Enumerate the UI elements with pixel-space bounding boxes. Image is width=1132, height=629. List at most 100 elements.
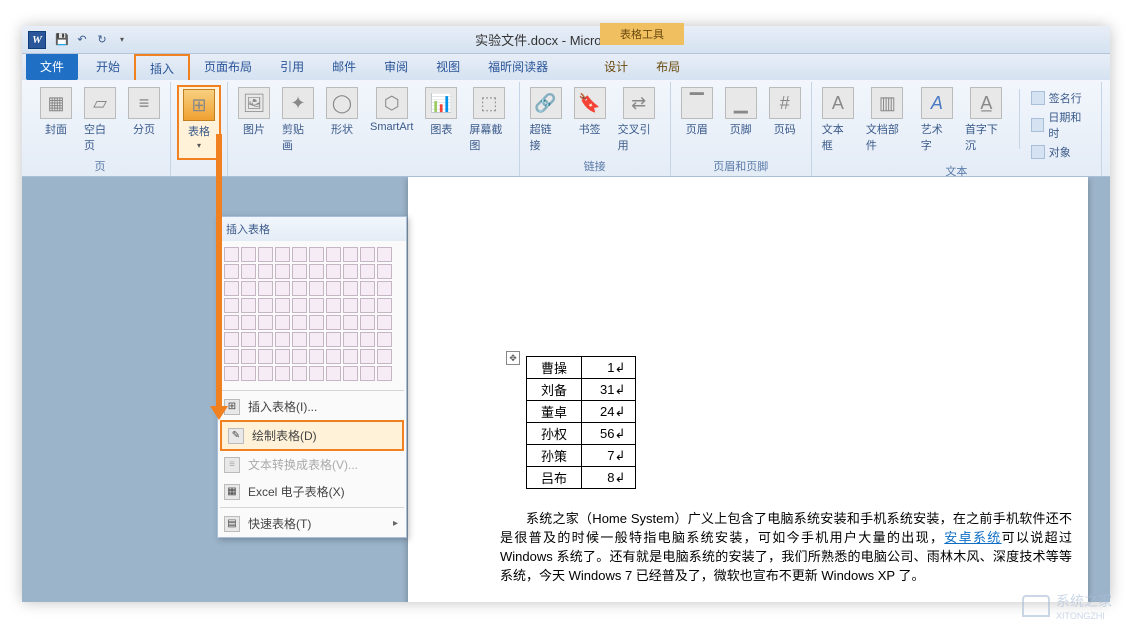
grid-cell[interactable] — [275, 281, 290, 296]
grid-cell[interactable] — [224, 349, 239, 364]
cover-page-button[interactable]: ▦封面 — [36, 85, 76, 156]
grid-cell[interactable] — [326, 247, 341, 262]
grid-cell[interactable] — [360, 298, 375, 313]
grid-cell[interactable] — [292, 281, 307, 296]
grid-cell[interactable] — [241, 247, 256, 262]
grid-cell[interactable] — [241, 315, 256, 330]
grid-cell[interactable] — [360, 332, 375, 347]
crossref-button[interactable]: ⇄交叉引用 — [614, 85, 664, 156]
bookmark-button[interactable]: 🔖书签 — [570, 85, 610, 156]
tab-design[interactable]: 设计 — [590, 54, 642, 80]
document-body-text[interactable]: 系统之家（Home System）广义上包含了电脑系统安装和手机系统安装，在之前… — [500, 510, 1072, 585]
grid-cell[interactable] — [343, 332, 358, 347]
grid-cell[interactable] — [258, 264, 273, 279]
header-button[interactable]: ▔页眉 — [677, 85, 717, 156]
grid-cell[interactable] — [360, 349, 375, 364]
grid-cell[interactable] — [292, 366, 307, 381]
grid-cell[interactable] — [309, 315, 324, 330]
grid-cell[interactable] — [292, 264, 307, 279]
grid-cell[interactable] — [326, 315, 341, 330]
picture-button[interactable]: 🖼图片 — [234, 85, 274, 160]
grid-cell[interactable] — [309, 281, 324, 296]
grid-cell[interactable] — [343, 315, 358, 330]
insert-table-menuitem[interactable]: ⊞插入表格(I)... — [218, 393, 406, 420]
hyperlink-button[interactable]: 🔗超链接 — [526, 85, 566, 156]
grid-cell[interactable] — [360, 264, 375, 279]
grid-cell[interactable] — [343, 264, 358, 279]
grid-cell[interactable] — [377, 298, 392, 313]
grid-cell[interactable] — [377, 247, 392, 262]
hyperlink-android[interactable]: 安卓系统 — [944, 530, 1001, 545]
footer-button[interactable]: ▁页脚 — [721, 85, 761, 156]
draw-table-menuitem[interactable]: ✎绘制表格(D) — [220, 420, 404, 451]
grid-cell[interactable] — [275, 247, 290, 262]
table-button[interactable]: ⊞表格▾ — [177, 85, 221, 160]
grid-cell[interactable] — [241, 366, 256, 381]
grid-cell[interactable] — [258, 281, 273, 296]
grid-cell[interactable] — [275, 349, 290, 364]
grid-cell[interactable] — [275, 315, 290, 330]
grid-cell[interactable] — [343, 366, 358, 381]
page-break-button[interactable]: ≡分页 — [124, 85, 164, 156]
tab-insert[interactable]: 插入 — [134, 54, 190, 80]
grid-cell[interactable] — [309, 247, 324, 262]
quick-tables-menuitem[interactable]: ▤快速表格(T)▸ — [218, 510, 406, 537]
grid-cell[interactable] — [258, 349, 273, 364]
grid-cell[interactable] — [224, 332, 239, 347]
grid-cell[interactable] — [360, 366, 375, 381]
grid-cell[interactable] — [241, 349, 256, 364]
textbox-button[interactable]: A文本框 — [818, 85, 858, 161]
save-icon[interactable]: 💾 — [54, 32, 70, 48]
blank-page-button[interactable]: ▱空白页 — [80, 85, 120, 156]
grid-cell[interactable] — [241, 332, 256, 347]
tab-review[interactable]: 审阅 — [370, 54, 422, 80]
grid-cell[interactable] — [224, 298, 239, 313]
grid-cell[interactable] — [326, 349, 341, 364]
grid-cell[interactable] — [275, 264, 290, 279]
grid-cell[interactable] — [377, 349, 392, 364]
grid-cell[interactable] — [343, 298, 358, 313]
grid-cell[interactable] — [326, 298, 341, 313]
grid-cell[interactable] — [343, 247, 358, 262]
grid-cell[interactable] — [258, 298, 273, 313]
shapes-button[interactable]: ◯形状 — [322, 85, 362, 160]
grid-cell[interactable] — [326, 281, 341, 296]
grid-cell[interactable] — [241, 298, 256, 313]
grid-cell[interactable] — [326, 366, 341, 381]
grid-cell[interactable] — [292, 315, 307, 330]
wordart-button[interactable]: A艺术字 — [917, 85, 957, 161]
grid-cell[interactable] — [309, 349, 324, 364]
tab-page-layout[interactable]: 页面布局 — [190, 54, 266, 80]
grid-cell[interactable] — [275, 366, 290, 381]
screenshot-button[interactable]: ⬚屏幕截图 — [465, 85, 512, 160]
smartart-button[interactable]: ⬡SmartArt — [366, 85, 417, 160]
grid-cell[interactable] — [224, 366, 239, 381]
tab-file[interactable]: 文件 — [26, 54, 78, 80]
pagenum-button[interactable]: #页码 — [765, 85, 805, 156]
tab-foxit[interactable]: 福昕阅读器 — [474, 54, 562, 80]
grid-cell[interactable] — [360, 281, 375, 296]
grid-cell[interactable] — [326, 264, 341, 279]
tab-view[interactable]: 视图 — [422, 54, 474, 80]
grid-cell[interactable] — [292, 247, 307, 262]
qat-dropdown-icon[interactable]: ▾ — [114, 32, 130, 48]
grid-cell[interactable] — [377, 264, 392, 279]
grid-cell[interactable] — [360, 315, 375, 330]
grid-cell[interactable] — [309, 366, 324, 381]
dropcap-button[interactable]: A̲首字下沉 — [961, 85, 1012, 161]
grid-cell[interactable] — [377, 366, 392, 381]
excel-spreadsheet-menuitem[interactable]: ▦Excel 电子表格(X) — [218, 478, 406, 505]
grid-cell[interactable] — [360, 247, 375, 262]
grid-cell[interactable] — [309, 298, 324, 313]
grid-cell[interactable] — [343, 281, 358, 296]
table-move-handle[interactable]: ✥ — [506, 351, 520, 365]
quickparts-button[interactable]: ▥文档部件 — [862, 85, 913, 161]
document-table[interactable]: 曹操1↲ 刘备31↲ 董卓24↲ 孙权56↲ 孙策7↲ 吕布8↲ — [526, 356, 636, 489]
tab-mailings[interactable]: 邮件 — [318, 54, 370, 80]
grid-cell[interactable] — [258, 247, 273, 262]
grid-cell[interactable] — [292, 349, 307, 364]
grid-cell[interactable] — [224, 264, 239, 279]
grid-cell[interactable] — [309, 264, 324, 279]
table-grid-picker[interactable] — [218, 241, 406, 388]
grid-cell[interactable] — [258, 332, 273, 347]
